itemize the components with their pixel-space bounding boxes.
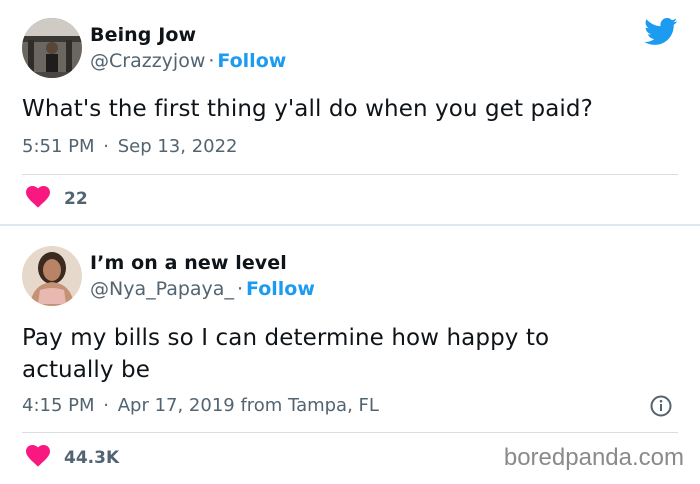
tweet-timestamp[interactable]: 5:51 PM · Sep 13, 2022 [22,136,238,157]
avatar[interactable] [22,246,82,306]
handle-row: @Crazzyjow · Follow [90,50,286,72]
tweet-1: Being Jow @Crazzyjow · Follow What's the f… [0,0,700,224]
like-count: 44.3K [64,448,120,468]
follow-button[interactable]: Follow [246,278,315,300]
tweet-date: Sep 13, 2022 [117,136,238,157]
info-icon[interactable] [650,395,672,421]
like-button[interactable]: 44.3K [26,445,119,471]
avatar[interactable] [22,18,82,78]
like-count: 22 [64,189,88,209]
user-handle[interactable]: @Nya_Papaya_ [90,278,234,300]
divider [22,174,678,175]
twitter-bird-icon[interactable] [644,18,678,50]
watermark: boredpanda.com [503,444,684,471]
display-name[interactable]: Being Jow [90,24,196,46]
separator-dot: · [236,278,243,300]
tweet-text: Pay my bills so I can determine how happ… [22,325,550,383]
heart-icon [26,186,50,212]
tweet-time: 5:51 PM [22,136,95,157]
tweet-text: What's the first thing y'all do when you… [22,96,593,122]
separator-dot: · [208,50,215,72]
heart-icon [26,445,50,471]
like-button[interactable]: 22 [26,186,88,212]
follow-button[interactable]: Follow [217,50,286,72]
separator-dot: · [97,395,115,416]
divider [22,432,678,433]
user-handle[interactable]: @Crazzyjow [90,50,205,72]
tweet-timestamp[interactable]: 4:15 PM · Apr 17, 2019 from Tampa, FL [22,395,379,416]
tweet-time: 4:15 PM [22,395,95,416]
tweet-date-location: Apr 17, 2019 from Tampa, FL [117,395,379,416]
handle-row: @Nya_Papaya_ · Follow [90,278,315,300]
separator-dot: · [97,136,115,157]
display-name[interactable]: I’m on a new level [90,252,287,274]
